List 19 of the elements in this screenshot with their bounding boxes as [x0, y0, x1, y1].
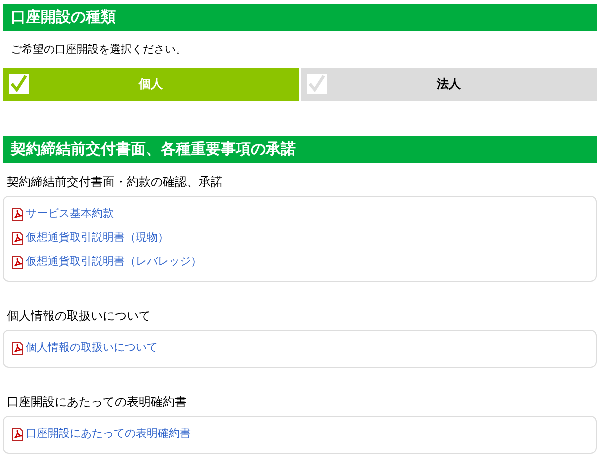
document-link[interactable]: 個人情報の取扱いについて [12, 336, 158, 360]
document-link[interactable]: 仮想通貨取引説明書（現物） [12, 226, 169, 250]
instruction-text: ご希望の口座開設を選択ください。 [10, 42, 188, 58]
section-heading: 口座開設の種類 [3, 4, 597, 31]
document-link[interactable]: 仮想通貨取引説明書（レバレッジ） [12, 250, 202, 274]
group-title: 口座開設にあたっての表明確約書 [6, 394, 188, 410]
document-link[interactable]: サービス基本約款 [12, 202, 114, 226]
checkmark-icon [307, 74, 327, 94]
account-type-option[interactable]: 法人 [301, 68, 597, 100]
document-link[interactable]: 口座開設にあたっての表明確約書 [12, 422, 191, 446]
pdf-icon [12, 256, 24, 269]
group-title: 契約締結前交付書面・約款の確認、承諾 [6, 174, 224, 190]
pdf-icon [12, 428, 24, 441]
group-title: 個人情報の取扱いについて [6, 308, 152, 324]
pdf-icon [12, 232, 24, 245]
checkmark-icon [9, 74, 29, 94]
pdf-icon [12, 342, 24, 355]
pdf-icon [12, 208, 24, 221]
section-heading: 契約締結前交付書面、各種重要事項の承諾 [3, 136, 597, 162]
